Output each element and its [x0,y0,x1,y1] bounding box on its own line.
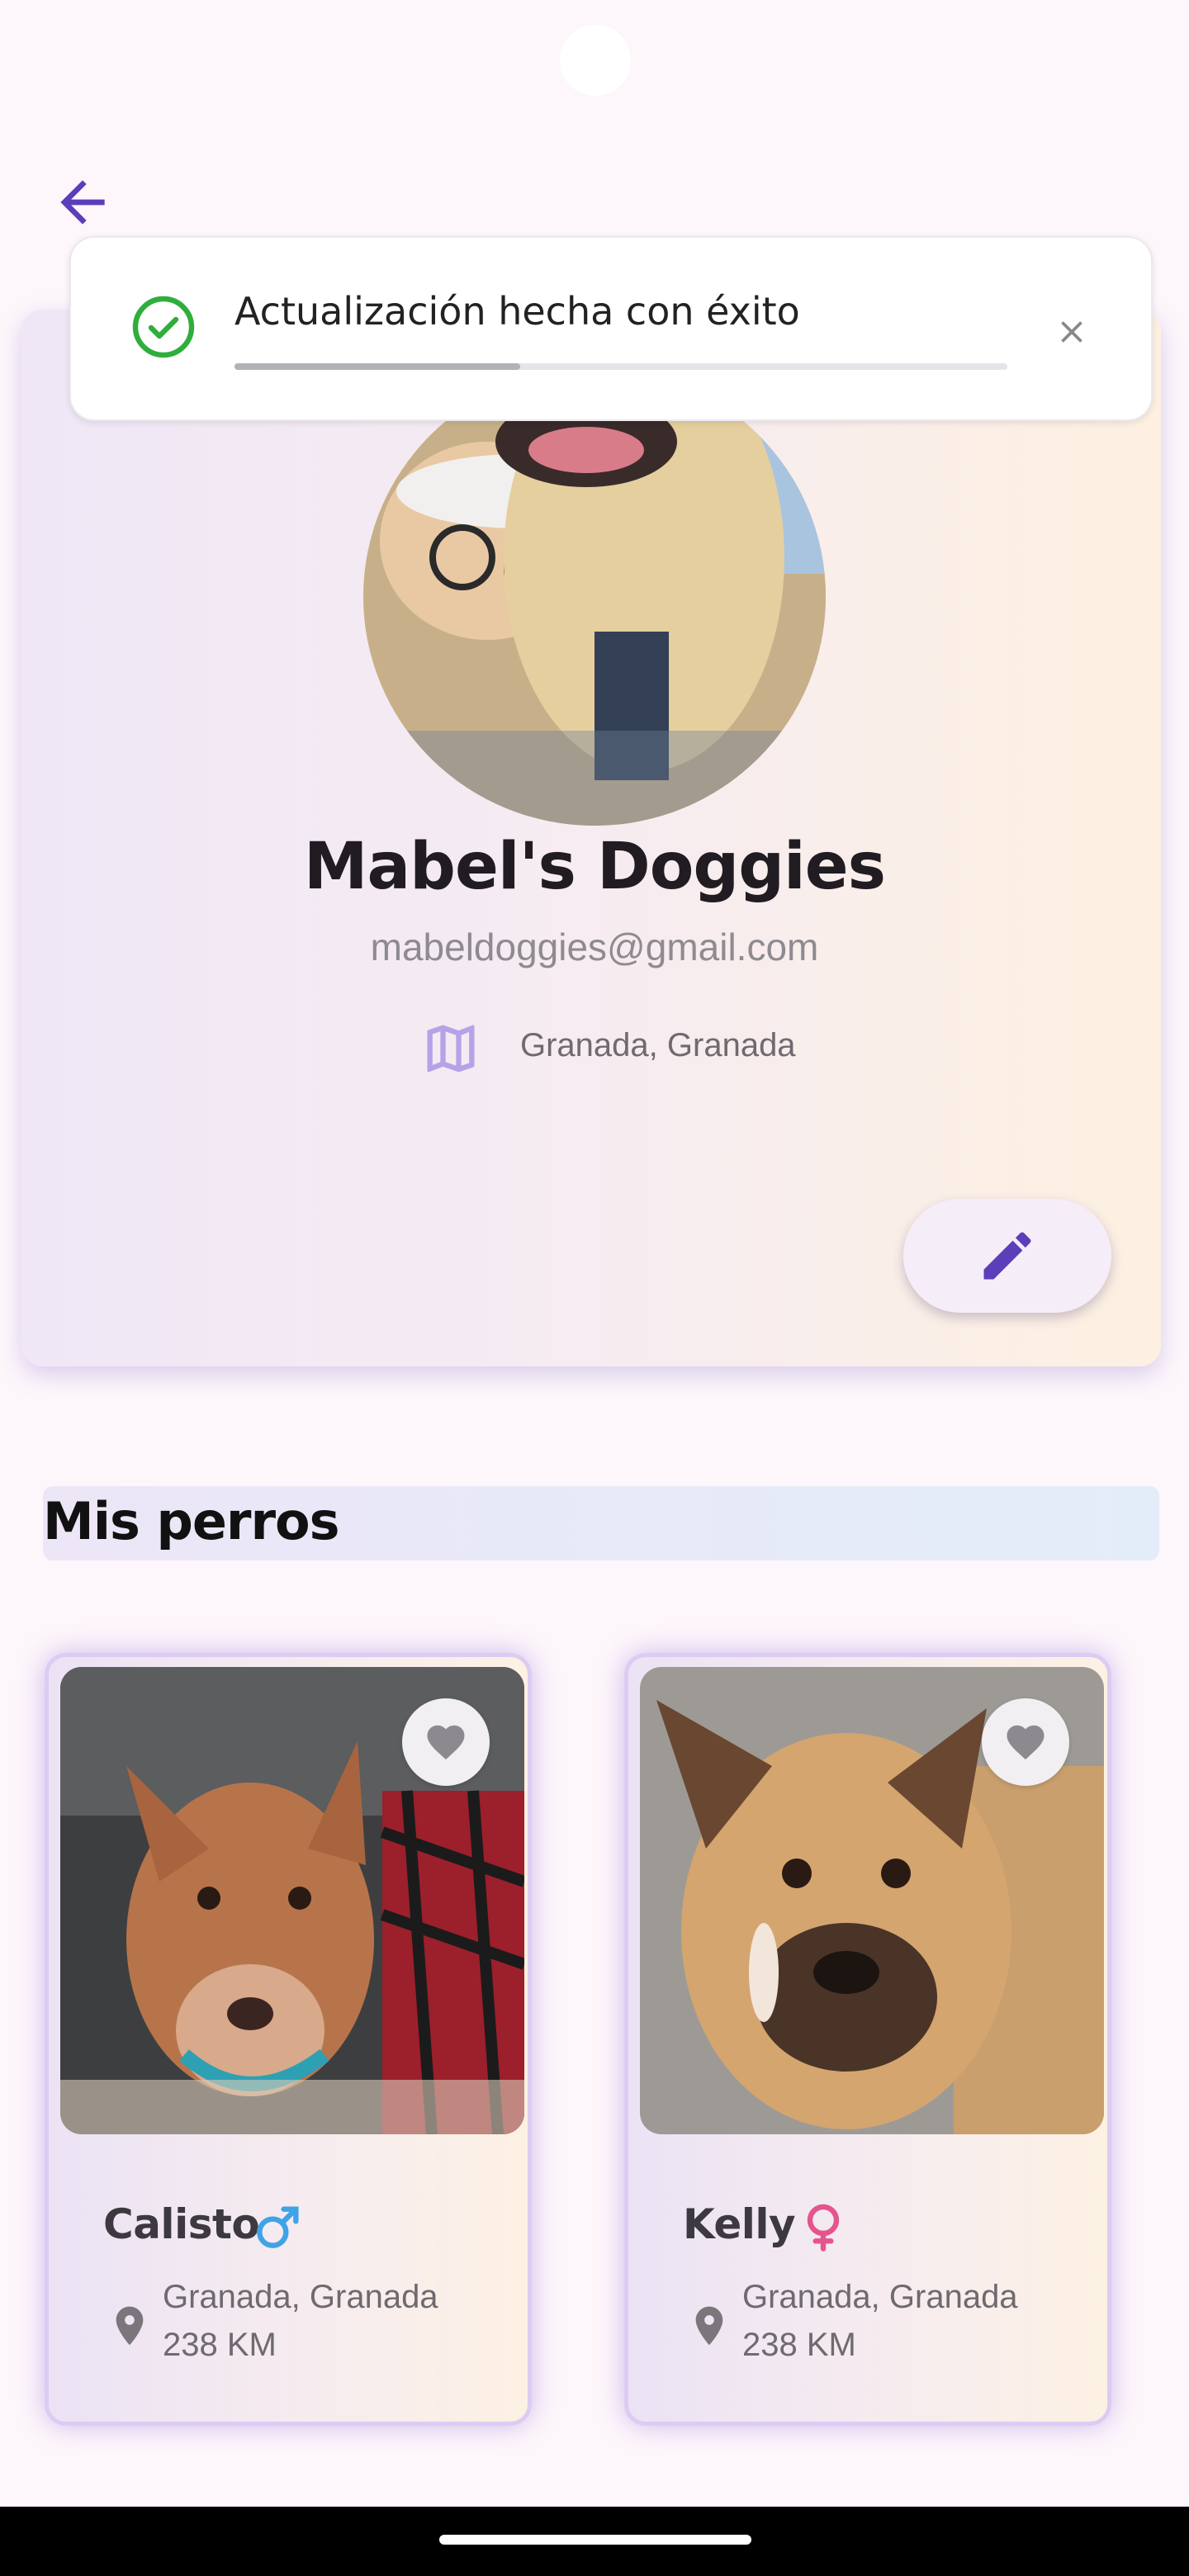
home-gesture-handle[interactable] [439,2535,751,2545]
arrow-left-icon [60,180,105,225]
dog-card[interactable]: Calisto Granada, Granada 238 KM [45,1653,532,2426]
dog-location: Granada, Granada [742,2279,1018,2315]
heart-icon [427,1725,465,1760]
map-icon [419,1017,482,1080]
pencil-icon [983,1232,1031,1280]
close-icon [1061,321,1082,343]
female-icon [797,2200,850,2253]
check-circle-icon [130,294,197,360]
dog-location: Granada, Granada [163,2279,438,2315]
dog-name: Kelly [683,2200,796,2248]
dog-card[interactable]: Kelly Granada, Granada 238 KM [624,1653,1111,2426]
avatar-photo [363,367,826,826]
toast-progress-bar [234,363,1007,370]
dog-distance: 238 KM [163,2327,277,2363]
back-button[interactable] [33,157,132,248]
favorite-button[interactable] [982,1698,1069,1786]
toast-progress-fill [234,363,521,370]
profile-avatar [363,367,826,826]
dog-name: Calisto [103,2200,260,2248]
edit-profile-button[interactable] [903,1199,1111,1313]
profile-email: mabeldoggies@gmail.com [370,926,819,968]
status-bar [0,0,1189,124]
toast-close-button[interactable] [1042,302,1101,362]
heart-icon [1007,1725,1045,1760]
profile-name: Mabel's Doggies [303,830,886,904]
location-pin-icon [107,2301,153,2351]
section-title: Mis perros [43,1491,340,1551]
dog-distance: 238 KM [742,2327,856,2363]
camera-cutout [560,25,631,96]
location-pin-icon [686,2301,732,2351]
profile-location: Granada, Granada [520,1027,796,1063]
toast-message: Actualización hecha con éxito [234,289,800,334]
favorite-button[interactable] [402,1698,490,1786]
male-icon [252,2200,305,2253]
